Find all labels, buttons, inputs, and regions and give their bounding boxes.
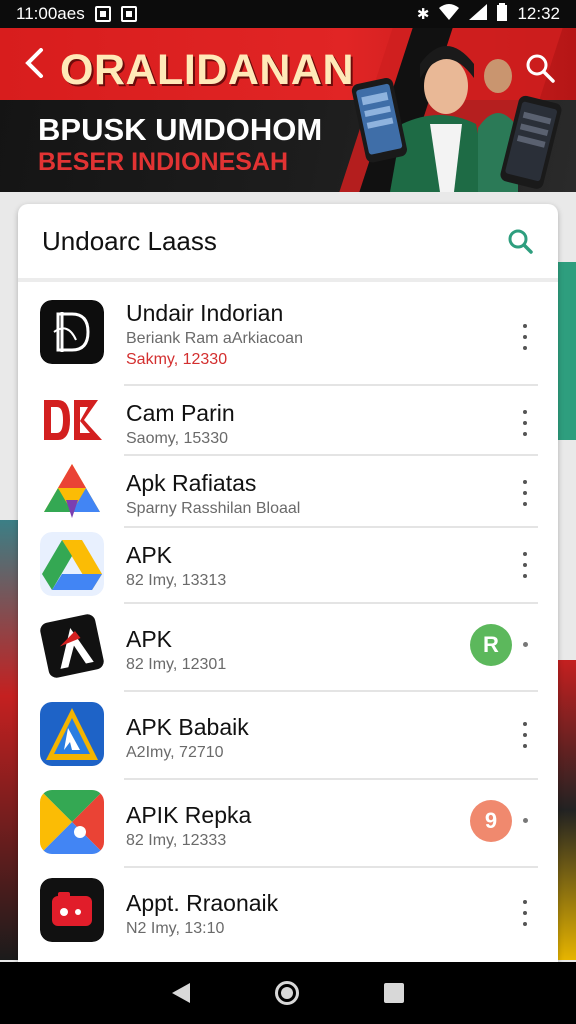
app-date: Sakmy, 12330 [126,351,228,368]
app-name: Cam Parin [126,400,235,426]
more-options-button[interactable] [520,722,530,748]
card-title: Undoarc Laass [42,225,217,256]
background-decoration-right [558,660,576,960]
list-item[interactable]: APK 82 Imy, 13313 [18,528,558,602]
db-logo-icon [40,392,104,448]
list-item[interactable]: Apk Rafiatas Sparny Rasshilan Bloaal [18,456,558,528]
banner-subtitle: BPUSK UMDOHOM [38,112,323,147]
more-options-button[interactable] [520,900,530,926]
app-name: APIK Repka [126,802,252,828]
status-dot [523,818,528,823]
background-decoration-left [0,520,20,960]
search-icon [508,229,533,254]
more-options-button[interactable] [520,324,530,350]
app-list-card: Undoarc Laass Undair Indorian Beriank Ra… [18,204,558,964]
banner-title: ORALIDANAN [60,46,355,94]
red-a-icon [40,614,104,678]
app-subtitle: Sparny Rasshilan Bloaal [126,500,301,517]
more-options-button[interactable] [520,480,530,506]
blue-a-icon [40,702,104,766]
chevron-left-icon [25,48,43,78]
app-subtitle: 82 Imy, 12301 [126,656,227,673]
drive-triangle-icon [40,532,104,596]
status-left: 11:00aes [16,4,137,24]
status-left-text: 11:00aes [16,4,85,23]
home-icon[interactable] [274,981,299,1005]
back-button[interactable] [24,48,44,84]
gallery-icon [94,6,111,22]
app-subtitle: Saomy, 15330 [126,430,228,447]
app-name: APK [126,542,173,568]
card-search-button[interactable] [506,227,534,255]
navigation-bar [0,962,576,1024]
status-time: 12:32 [517,4,560,23]
app-subtitle: A2Imy, 72710 [126,744,224,761]
wifi-icon [439,4,460,24]
app-badge[interactable]: R [470,624,512,666]
list-item[interactable]: APK Babaik A2Imy, 72710 [18,692,558,778]
app-name: Appt. Rraonaik [126,890,279,916]
app-name: Apk Rafiatas [126,470,257,496]
app-subtitle: 82 Imy, 13313 [126,572,227,589]
signal-icon [469,4,488,24]
banner-tagline: BESER INDIONESAH [38,148,289,176]
app-badge[interactable]: 9 [470,800,512,842]
promo-banner: ORALIDANAN BPUSK UMDOHOM BESER INDIONESA… [0,28,576,192]
list-item[interactable]: Cam Parin Saomy, 15330 [18,386,558,454]
side-tab[interactable] [558,262,576,440]
list-item[interactable]: APIK Repka 82 Imy, 12333 9 [18,780,558,866]
back-icon[interactable] [172,983,191,1003]
search-icon [526,54,555,83]
list-item[interactable]: Undair Indorian Beriank Ram aArkiacoan S… [18,286,558,386]
play-store-icon [40,790,104,854]
d-logo-icon [40,300,104,364]
status-bar: 11:00aes ✱ 12:32 [0,0,576,28]
status-dot [523,642,528,647]
app-subtitle: 82 Imy, 12333 [126,832,227,849]
bluetooth-icon: ✱ [416,6,430,23]
banner-search-button[interactable] [522,50,558,86]
app-name: APK [126,626,173,652]
more-options-button[interactable] [520,552,530,578]
list-item[interactable]: APK 82 Imy, 12301 R [18,604,558,690]
list-item[interactable]: Appt. Rraonaik N2 Imy, 13:10 [18,868,558,958]
app-subtitle: Beriank Ram aArkiacoan [126,330,303,347]
app-subtitle: N2 Imy, 13:10 [126,920,225,937]
red-camera-icon [40,878,104,942]
status-right: ✱ 12:32 [417,3,560,25]
app-name: APK Babaik [126,714,249,740]
image-icon [120,6,137,22]
more-options-button[interactable] [520,410,530,436]
colorful-a-icon [44,464,100,518]
recents-icon[interactable] [383,983,404,1003]
card-header: Undoarc Laass [18,204,558,282]
app-name: Undair Indorian [126,300,284,326]
battery-icon [497,3,508,25]
